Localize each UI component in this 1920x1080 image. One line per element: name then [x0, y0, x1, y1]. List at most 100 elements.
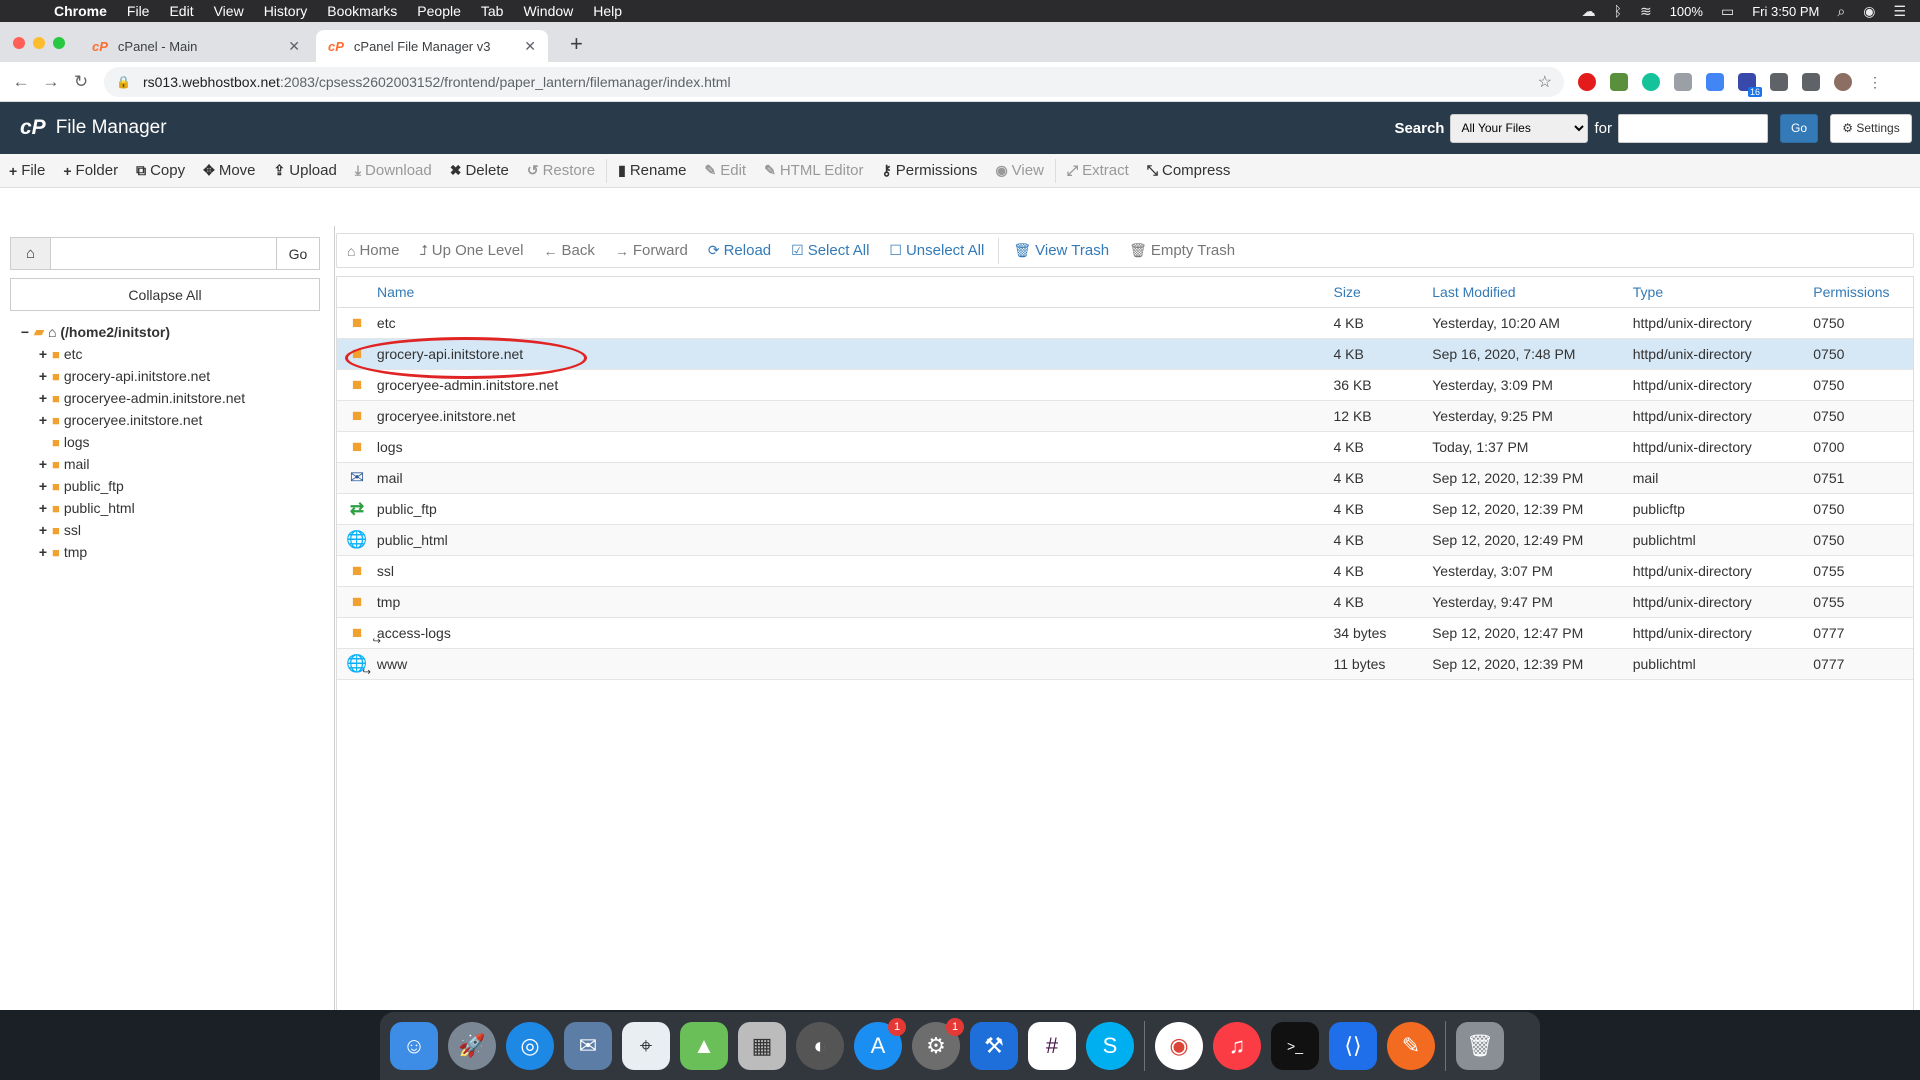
- vscode-icon[interactable]: ⟨⟩: [1329, 1022, 1377, 1070]
- battery-percent[interactable]: 100%: [1670, 4, 1703, 19]
- file-permissions[interactable]: 0700: [1813, 439, 1913, 455]
- siri-icon[interactable]: ◉: [1863, 3, 1875, 20]
- path-input[interactable]: [51, 238, 276, 269]
- new-folder-button[interactable]: + Folder: [54, 162, 127, 179]
- search-scope-select[interactable]: All Your Files: [1450, 113, 1589, 143]
- slack-icon[interactable]: #: [1028, 1022, 1076, 1070]
- new-tab-button[interactable]: +: [570, 33, 583, 55]
- opera-extension-icon[interactable]: [1578, 72, 1596, 91]
- expand-plus-icon[interactable]: +: [36, 368, 50, 384]
- tree-item-groceryee-admin[interactable]: + ■ groceryee-admin.initstore.net: [18, 387, 245, 409]
- terminal-icon[interactable]: >_: [1271, 1022, 1319, 1070]
- settings-button[interactable]: ⚙ Settings: [1830, 113, 1912, 143]
- finder-icon[interactable]: ☺: [390, 1022, 438, 1070]
- forward-button[interactable]: → Forward: [605, 242, 698, 259]
- table-row[interactable]: ■ groceryee-admin.initstore.net 36 KB Ye…: [337, 370, 1913, 401]
- expand-plus-icon[interactable]: +: [36, 412, 50, 428]
- table-row[interactable]: ■ ↪ access-logs 34 bytes Sep 12, 2020, 12…: [337, 618, 1913, 649]
- profile-avatar[interactable]: [1834, 72, 1852, 91]
- file-permissions[interactable]: 0751: [1813, 470, 1913, 486]
- notification-center-icon[interactable]: ☰: [1893, 3, 1906, 20]
- tree-item-tmp[interactable]: + ■ tmp: [18, 541, 245, 563]
- browser-tab-file-manager[interactable]: cP cPanel File Manager v3 ✕: [316, 30, 548, 62]
- tree-item-public-ftp[interactable]: + ■ public_ftp: [18, 475, 245, 497]
- battery-icon[interactable]: ▭: [1721, 3, 1734, 20]
- postman-icon[interactable]: ✎: [1387, 1022, 1435, 1070]
- system-preferences-icon[interactable]: ⚙ 1: [912, 1018, 964, 1070]
- url-bar[interactable]: 🔒 rs013.webhostbox.net :2083/cpsess26020…: [104, 66, 1564, 97]
- skype-icon[interactable]: S: [1086, 1022, 1134, 1070]
- sequel-pro-icon[interactable]: ◐: [796, 1022, 844, 1070]
- search-go-button[interactable]: Go: [1780, 113, 1818, 143]
- up-one-level-button[interactable]: ⮥ Up One Level: [409, 242, 533, 259]
- column-header-size[interactable]: Size: [1334, 284, 1433, 300]
- table-row[interactable]: ⇄ public_ftp 4 KB Sep 12, 2020, 12:39 PM…: [337, 494, 1913, 525]
- file-permissions[interactable]: 0750: [1813, 501, 1913, 517]
- download-button[interactable]: ⤓ Download: [346, 162, 441, 179]
- close-tab-icon[interactable]: ✕: [288, 38, 300, 55]
- copy-button[interactable]: ⧉ Copy: [127, 162, 194, 179]
- edit-button[interactable]: ✎ Edit: [696, 162, 756, 179]
- tree-item-etc[interactable]: + ■ etc: [18, 343, 245, 365]
- reading-list-icon[interactable]: [1802, 72, 1820, 91]
- menu-window[interactable]: Window: [523, 3, 573, 19]
- launchpad-icon[interactable]: 🚀: [448, 1022, 496, 1070]
- menu-file[interactable]: File: [127, 3, 150, 19]
- puzzle-extensions-icon[interactable]: [1770, 72, 1788, 91]
- delete-button[interactable]: ✖ Delete: [441, 162, 518, 179]
- path-go-button[interactable]: Go: [276, 238, 319, 269]
- grammarly-extension-icon[interactable]: [1642, 72, 1660, 91]
- tree-item-public-html[interactable]: + ■ public_html: [18, 497, 245, 519]
- graduation-extension-icon[interactable]: 16: [1738, 72, 1762, 97]
- app-store-icon[interactable]: A1: [854, 1018, 906, 1070]
- forward-arrow-icon[interactable]: →: [36, 72, 66, 92]
- compress-button[interactable]: ⤡ Compress: [1138, 162, 1240, 179]
- table-row[interactable]: ■ logs 4 KB Today, 1:37 PM httpd/unix-di…: [337, 432, 1913, 463]
- eyedropper-extension-icon[interactable]: [1610, 72, 1628, 91]
- expand-plus-icon[interactable]: +: [36, 544, 50, 560]
- column-header-type[interactable]: Type: [1633, 284, 1814, 300]
- bluetooth-icon[interactable]: ᛒ: [1614, 3, 1622, 19]
- close-tab-icon[interactable]: ✕: [524, 38, 536, 55]
- file-permissions[interactable]: 0755: [1813, 594, 1913, 610]
- empty-trash-button[interactable]: 🗑 Empty Trash: [1119, 242, 1245, 259]
- itunes-icon[interactable]: ♫: [1213, 1022, 1261, 1070]
- safari-icon[interactable]: ◎: [506, 1022, 554, 1070]
- collapse-minus-icon[interactable]: −: [18, 324, 32, 340]
- menu-app-name[interactable]: Chrome: [54, 3, 107, 19]
- reload-icon[interactable]: ↻: [66, 72, 96, 92]
- tree-item-grocery-api[interactable]: + ■ grocery-api.initstore.net: [18, 365, 245, 387]
- expand-plus-icon[interactable]: +: [36, 478, 50, 494]
- maps-icon[interactable]: ⌖: [622, 1022, 670, 1070]
- spotlight-icon[interactable]: ⌕: [1837, 3, 1845, 20]
- expand-plus-icon[interactable]: +: [36, 500, 50, 516]
- table-row[interactable]: 🌐 ↪ www 11 bytes Sep 12, 2020, 12:39 PM p…: [337, 649, 1913, 680]
- column-header-permissions[interactable]: Permissions: [1813, 284, 1913, 300]
- tree-root[interactable]: − ▰ ⌂ (/home2/initstor): [18, 321, 245, 343]
- file-permissions[interactable]: 0755: [1813, 563, 1913, 579]
- table-row[interactable]: ■ etc 4 KB Yesterday, 10:20 AM httpd/uni…: [337, 308, 1913, 339]
- back-button[interactable]: ← Back: [533, 242, 604, 259]
- tree-item-groceryee[interactable]: + ■ groceryee.initstore.net: [18, 409, 245, 431]
- upload-button[interactable]: ⇪ Upload: [265, 162, 346, 179]
- view-button[interactable]: ◉ View: [986, 162, 1052, 179]
- table-row-selected[interactable]: ■ grocery-api.initstore.net 4 KB Sep 16,…: [337, 337, 1913, 379]
- menu-tab[interactable]: Tab: [481, 3, 504, 19]
- close-window-button[interactable]: [13, 37, 25, 49]
- cpanel-logo[interactable]: cP: [20, 116, 46, 140]
- file-permissions[interactable]: 0750: [1813, 346, 1913, 362]
- mail-app-icon[interactable]: ✉: [564, 1022, 612, 1070]
- bookmark-star-icon[interactable]: ☆: [1538, 72, 1552, 92]
- extract-button[interactable]: ⤢ Extract: [1058, 162, 1138, 179]
- chrome-menu-icon[interactable]: ⋮: [1866, 73, 1884, 91]
- minimize-window-button[interactable]: [33, 37, 45, 49]
- tree-item-ssl[interactable]: + ■ ssl: [18, 519, 245, 541]
- view-trash-button[interactable]: 🗑 View Trash: [1003, 242, 1119, 259]
- translate-extension-icon[interactable]: [1706, 72, 1724, 91]
- tree-item-logs[interactable]: ■ logs: [18, 431, 245, 453]
- table-row[interactable]: ■ ssl 4 KB Yesterday, 3:07 PM httpd/unix…: [337, 556, 1913, 587]
- file-permissions[interactable]: 0777: [1813, 656, 1913, 672]
- wifi-icon[interactable]: ≋: [1640, 3, 1652, 20]
- column-header-last-modified[interactable]: Last Modified: [1432, 284, 1632, 300]
- clock[interactable]: Fri 3:50 PM: [1752, 4, 1819, 19]
